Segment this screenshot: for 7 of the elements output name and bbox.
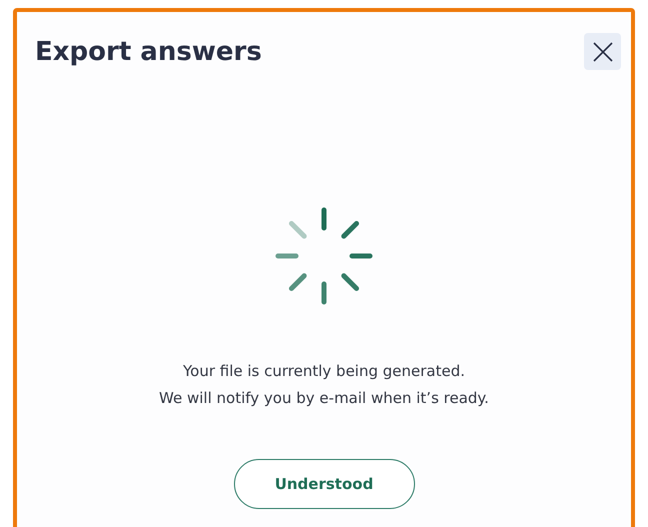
- understood-button[interactable]: Understood: [234, 459, 414, 509]
- close-button[interactable]: [584, 33, 621, 70]
- spinner-icon: [274, 206, 374, 306]
- close-icon: [592, 40, 614, 62]
- message-text: Your file is currently being generated.: [182, 361, 466, 382]
- dialog-title: Export answers: [35, 36, 262, 66]
- message-text: We will notify you by e-mail when it’s ready.: [158, 388, 490, 409]
